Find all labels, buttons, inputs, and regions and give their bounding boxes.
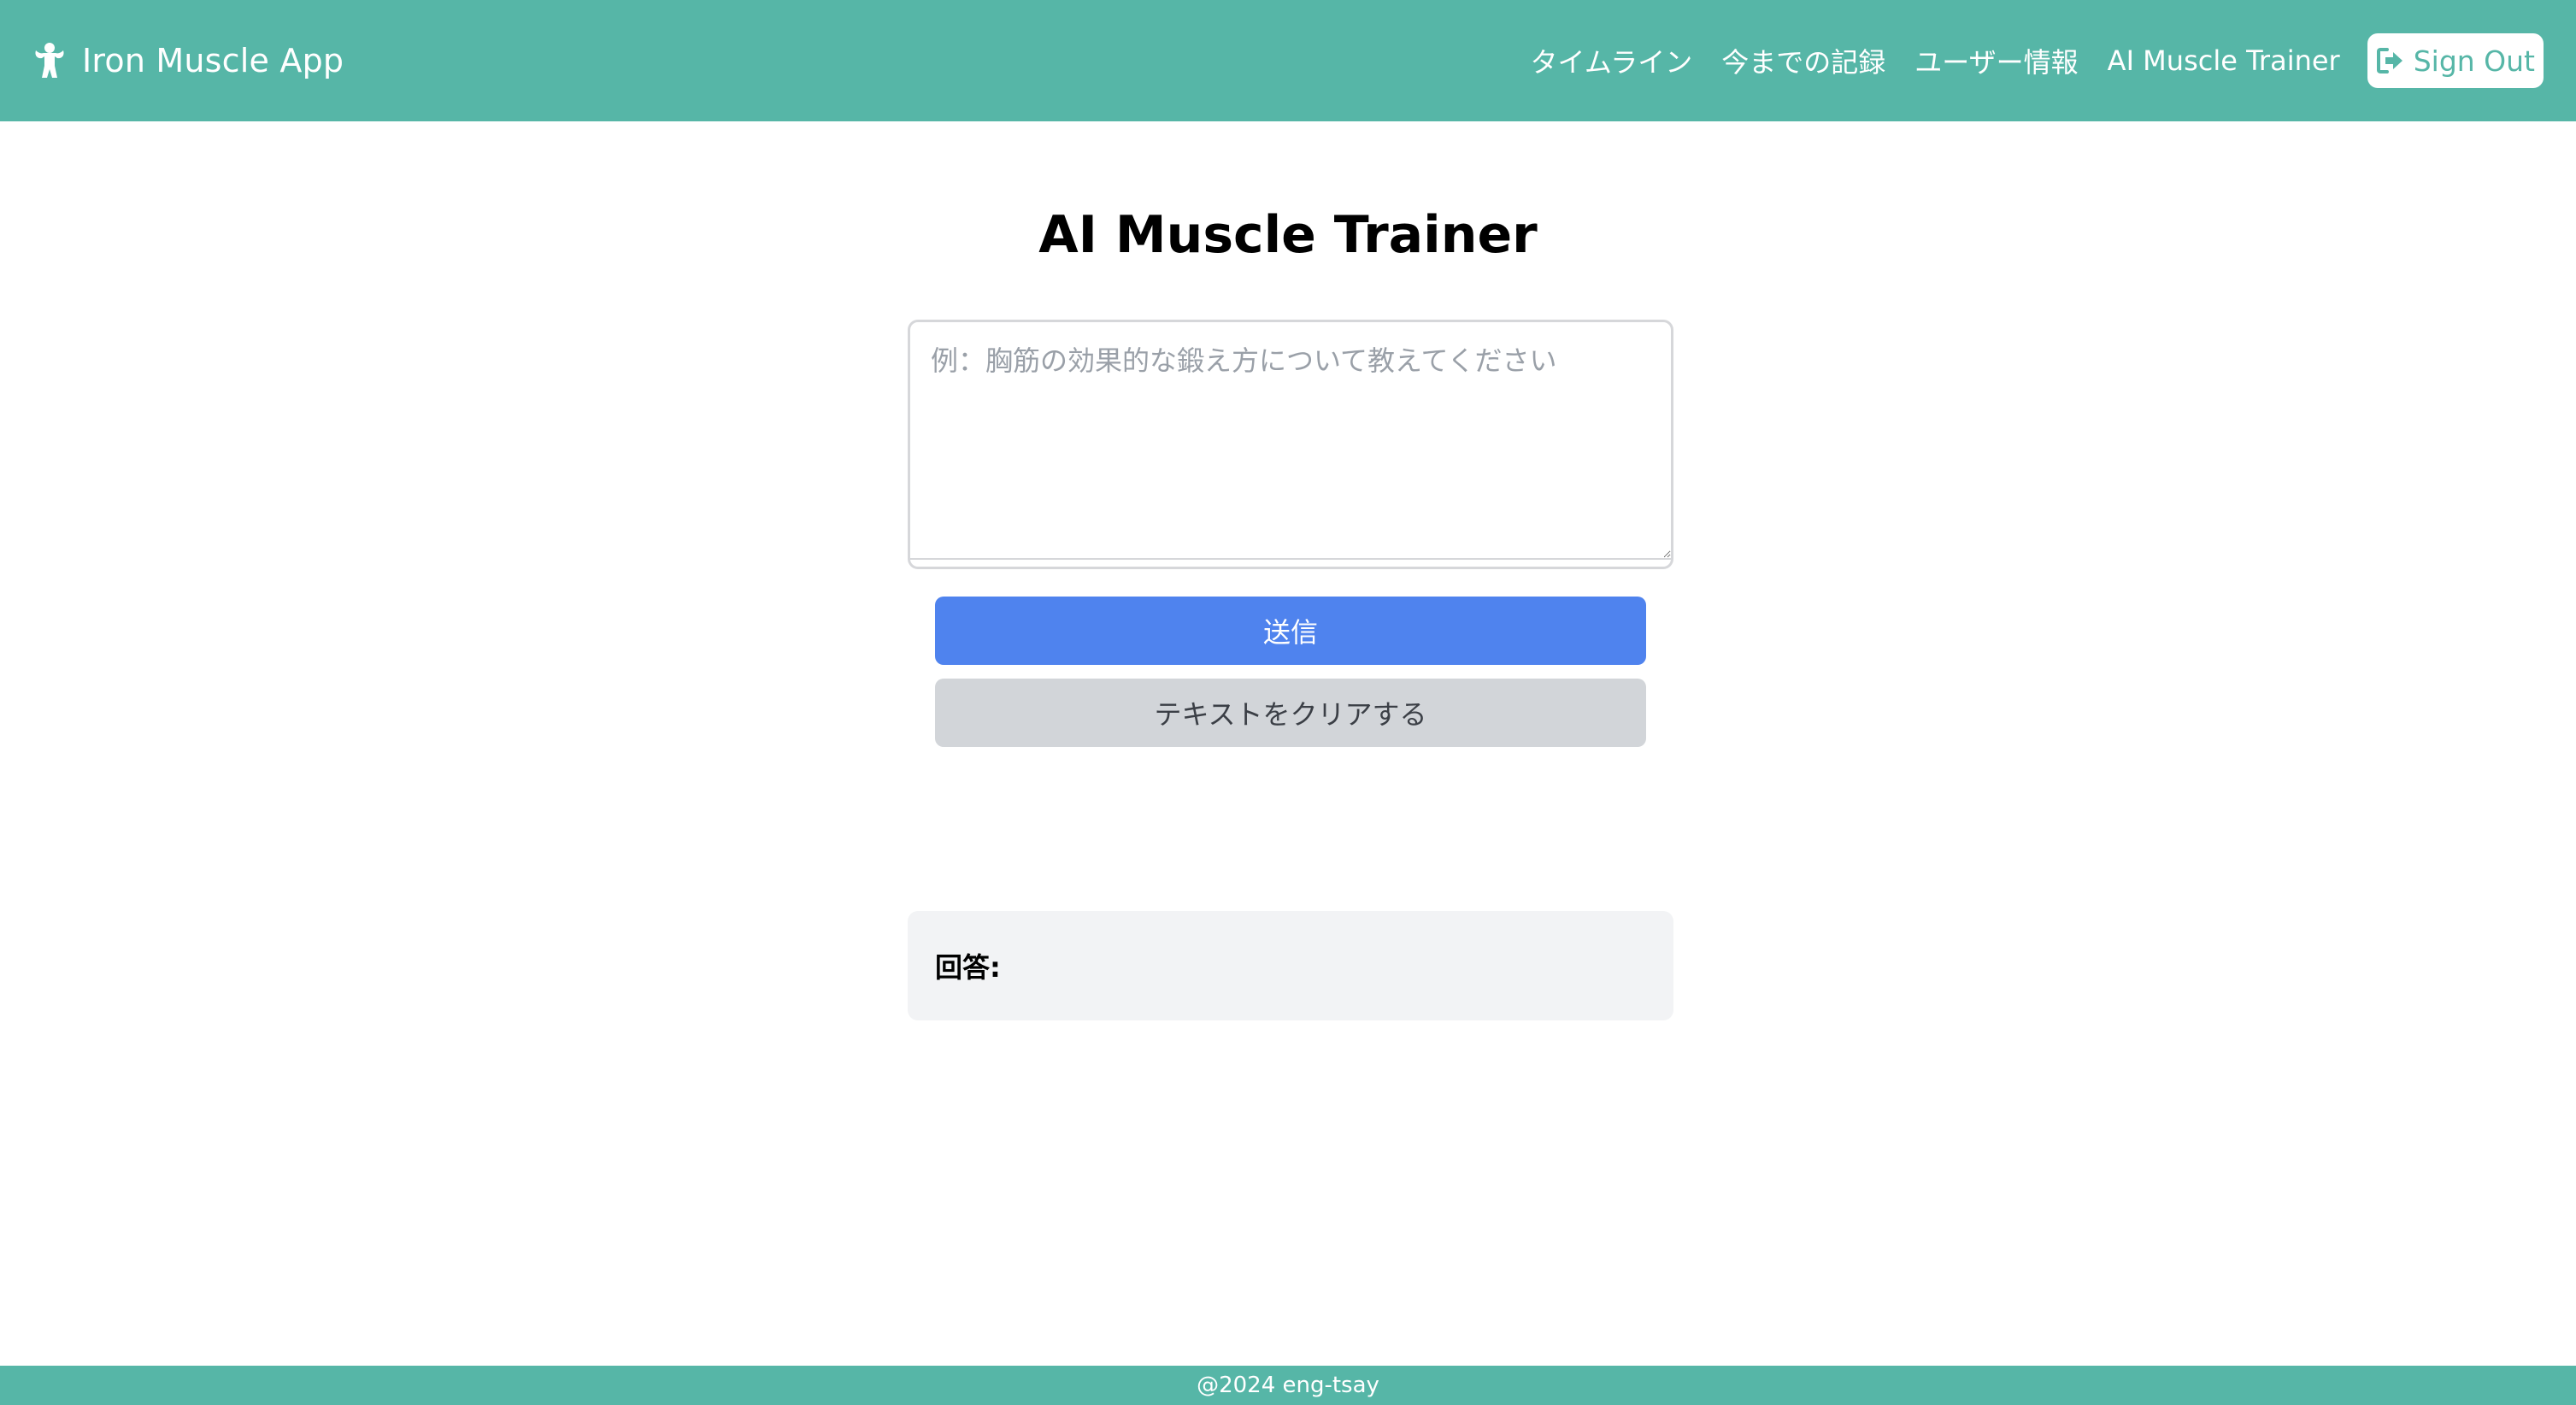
flexed-arm-muscle-icon [32, 42, 67, 79]
nav-link-records[interactable]: 今までの記録 [1721, 41, 1885, 80]
answer-panel: 回答: [908, 911, 1673, 1020]
answer-label: 回答: [935, 951, 1001, 984]
send-button[interactable]: 送信 [935, 597, 1646, 665]
question-box [908, 320, 1673, 569]
nav-link-timeline[interactable]: タイムライン [1531, 41, 1693, 80]
clear-text-button[interactable]: テキストをクリアする [935, 679, 1646, 747]
sign-out-label: Sign Out [2413, 44, 2535, 78]
nav-link-user-info[interactable]: ユーザー情報 [1914, 41, 2078, 80]
sign-out-button[interactable]: Sign Out [2367, 33, 2544, 88]
page-title: AI Muscle Trainer [1038, 205, 1538, 265]
page-footer: @2024 eng-tsay [0, 1366, 2576, 1405]
footer-copyright: @2024 eng-tsay [1197, 1373, 1379, 1398]
nav-link-ai-trainer[interactable]: AI Muscle Trainer [2108, 44, 2340, 77]
question-textarea[interactable] [910, 322, 1671, 560]
brand-link[interactable]: Iron Muscle App [32, 42, 344, 79]
top-navbar: Iron Muscle App タイムライン 今までの記録 ユーザー情報 AI … [0, 0, 2576, 121]
nav-links: タイムライン 今までの記録 ユーザー情報 AI Muscle Trainer S… [1502, 33, 2544, 88]
sign-out-icon [2376, 47, 2405, 74]
main-content: AI Muscle Trainer 送信 テキストをクリアする 回答: [0, 121, 2576, 1366]
brand-name: Iron Muscle App [82, 42, 344, 79]
